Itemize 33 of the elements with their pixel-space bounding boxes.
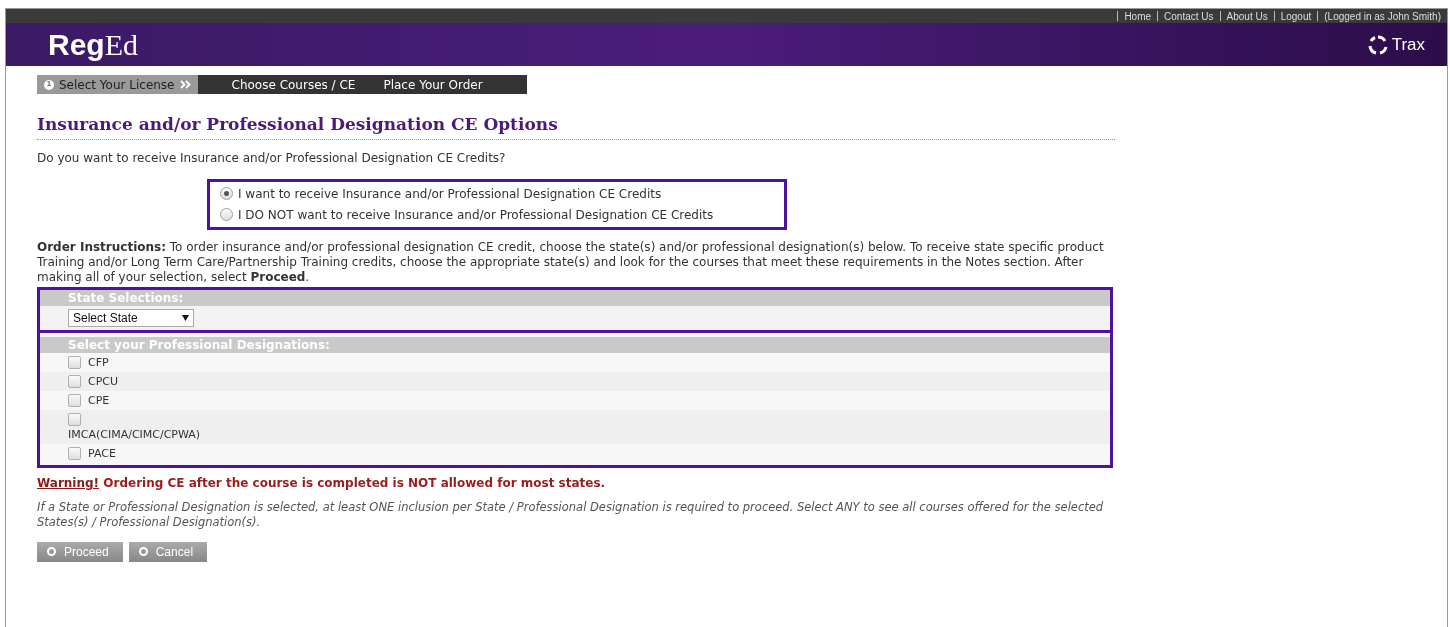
checkbox[interactable] — [68, 374, 81, 388]
designation-label: CPCU — [88, 374, 119, 388]
warning-text: Ordering CE after the course is completed is NOT allowed for most states. — [103, 475, 606, 490]
warning-link[interactable]: Warning! — [37, 475, 100, 490]
top-link[interactable]: Contact Us — [1164, 8, 1214, 24]
brand-name: Trax — [1391, 33, 1425, 56]
top-link[interactable]: About Us — [1226, 8, 1268, 24]
designation-label: CPE — [88, 393, 110, 407]
checkbox[interactable] — [68, 355, 81, 369]
checkbox[interactable] — [68, 393, 81, 407]
step-tab[interactable]: Place Your Order — [369, 75, 497, 94]
step-tab[interactable]: Choose Courses / CE — [217, 75, 370, 94]
logged-in-text: (Logged in as John Smith) — [1324, 9, 1441, 24]
chevrons-icon — [179, 80, 191, 89]
radio-button[interactable] — [220, 208, 233, 221]
logo[interactable]: RegEd — [48, 29, 138, 60]
radio-label: I DO NOT want to receive Insurance and/or Professional Designation CE Credits — [238, 206, 714, 224]
designation-label: CFP — [88, 355, 109, 369]
note-text: If a State or Professional Designation is selected, at least ONE inclusion per State / Professional Designation is required to proceed. Select ANY to see all courses offered for the selected States(s) / Professional Designation(s). — [37, 499, 1105, 530]
dropdown-caret-icon — [182, 314, 189, 321]
radio-button[interactable] — [220, 187, 233, 200]
top-link[interactable]: Logout — [1280, 8, 1312, 24]
checkbox[interactable] — [68, 412, 81, 426]
radio-label: I want to receive Insurance and/or Professional Designation CE Credits — [238, 185, 662, 203]
checkbox[interactable] — [68, 446, 81, 460]
page-title: Insurance and/or Professional Designation CE Options — [37, 112, 1115, 140]
order-instructions: Order Instructions: To order insurance and/or professional designation CE credit, choose the state(s) and/or professional designation(s) below. To receive state specific product Training and/or Long Term Care/Partnership Training credits, choose the appropriate state(s) and look for the courses that meet these requirements in the Notes section. After making all of your selection, select Proceed. — [37, 239, 1105, 285]
state-select[interactable]: Select State — [68, 308, 194, 327]
ring-icon — [1367, 34, 1388, 55]
designation-label: PACE — [88, 446, 116, 460]
question-text: Do you want to receive Insurance and/or Professional Designation CE Credits? — [37, 149, 507, 167]
top-link[interactable]: Home — [1124, 8, 1152, 24]
designation-label: IMCA(CIMA/CIMC/CPWA) — [68, 427, 201, 441]
